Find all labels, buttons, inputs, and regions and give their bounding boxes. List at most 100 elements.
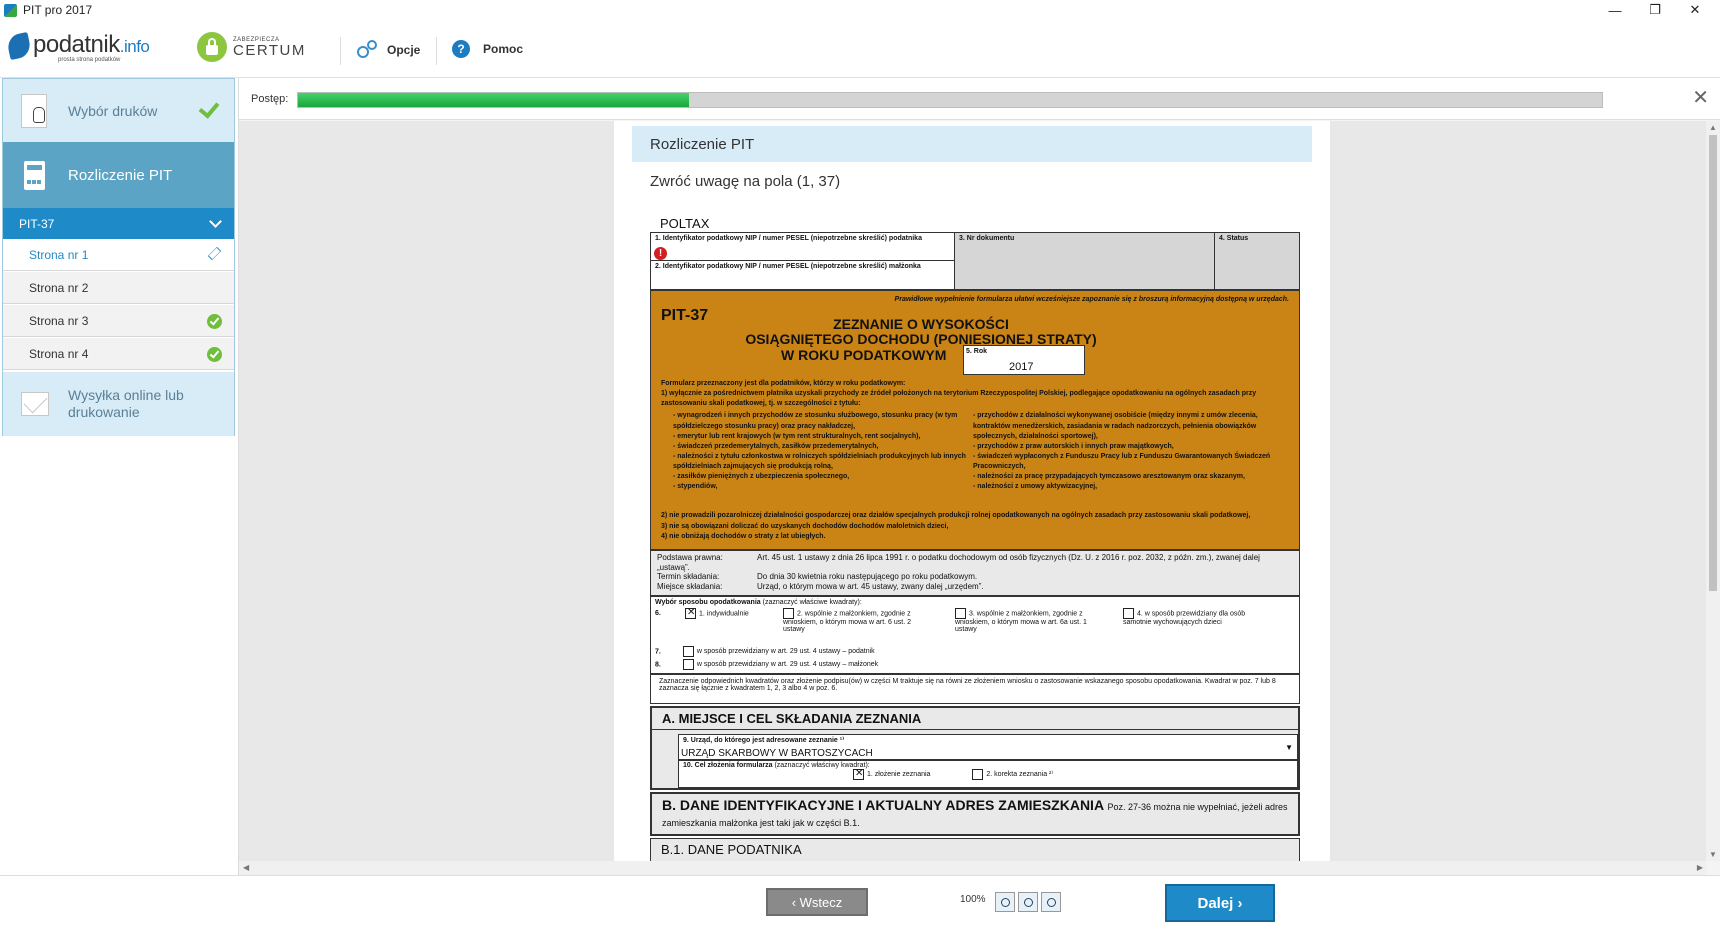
- close-icon[interactable]: ✕: [1692, 85, 1709, 110]
- logo-suffix: .info: [119, 37, 150, 56]
- check-circle-icon: [207, 347, 222, 362]
- purpose-left-list: - wynagrodzeń i innych przychodów ze sto…: [673, 411, 973, 492]
- progress-fill: [298, 93, 690, 107]
- field10-purpose: 10. Cel złożenia formularza (zaznaczyć w…: [678, 760, 1298, 788]
- purpose-item: - należności za pracę przypadających tym…: [973, 473, 1245, 481]
- help-icon: ?: [452, 40, 470, 58]
- field10-submit-checkbox[interactable]: 1. złożenie zeznania: [853, 768, 930, 780]
- scroll-up-icon[interactable]: ▲: [1709, 123, 1717, 132]
- page-label: Strona nr 4: [29, 346, 89, 361]
- scroll-left-icon[interactable]: ◀: [243, 863, 249, 872]
- group-label: PIT-37: [19, 216, 55, 231]
- section-b: B. DANE IDENTYFIKACYJNE I AKTUALNY ADRES…: [650, 792, 1300, 836]
- dropdown-arrow-icon: ▼: [1285, 743, 1293, 752]
- minimize-button[interactable]: —: [1595, 0, 1635, 20]
- checkmark-icon: [200, 97, 220, 117]
- sidebar-page-4[interactable]: Strona nr 4: [3, 338, 234, 370]
- title-bar: PIT pro 2017 — ❐ ✕: [0, 0, 1720, 20]
- page-label: Strona nr 1: [29, 247, 89, 262]
- sidebar-step-send-or-print[interactable]: Wysyłka online lub drukowanie: [3, 372, 234, 436]
- purpose-item: - przychodów z działalności wykonywanej …: [973, 412, 1258, 440]
- scroll-right-icon[interactable]: ▶: [1697, 863, 1703, 872]
- progress-label: Postęp:: [251, 93, 289, 105]
- options-label: Opcje: [387, 43, 421, 57]
- maximize-button[interactable]: ❐: [1635, 0, 1675, 20]
- page-label: Strona nr 2: [29, 280, 89, 295]
- field9-tax-office-select[interactable]: 9. Urząd, do którego jest adresowane zez…: [678, 734, 1298, 760]
- attention-note: Zwróć uwagę na pola (1, 37): [650, 173, 841, 190]
- form-page: Rozliczenie PIT Zwróć uwagę na pola (1, …: [614, 121, 1330, 861]
- identifier-grid: 1. Identyfikator podatkowy NIP / numer P…: [650, 232, 1300, 290]
- logo-text: podatnik: [33, 31, 120, 58]
- purpose-item: - stypendiów,: [673, 483, 718, 491]
- sidebar-page-1[interactable]: Strona nr 1: [3, 239, 234, 271]
- scroll-down-icon[interactable]: ▼: [1709, 850, 1717, 859]
- check-circle-icon: [207, 314, 222, 329]
- sidebar-page-2[interactable]: Strona nr 2: [3, 272, 234, 304]
- scrollbar-thumb[interactable]: [1709, 135, 1717, 591]
- step-label: Rozliczenie PIT: [68, 166, 173, 184]
- zoom-level: 100%: [960, 894, 986, 905]
- purpose-item: - świadczeń wypłaconych z Funduszu Pracy…: [973, 452, 1271, 471]
- hand-pointer-icon: [33, 107, 45, 123]
- section-b-title: B. DANE IDENTYFIKACYJNE I AKTUALNY ADRES…: [662, 797, 1104, 813]
- form-viewport[interactable]: Rozliczenie PIT Zwróć uwagę na pola (1, …: [239, 121, 1707, 861]
- field10-correction-checkbox[interactable]: 2. korekta zeznania ²⁾: [972, 769, 1053, 780]
- toolbar-divider: [436, 37, 437, 65]
- section-b1-title: B.1. DANE PODATNIKA: [650, 838, 1300, 861]
- pit37-group-toggle[interactable]: PIT-37: [3, 208, 234, 239]
- podatnik-logo[interactable]: podatnik.info prosta strona podatków: [5, 31, 150, 63]
- field1-label: 1. Identyfikator podatkowy NIP / numer P…: [655, 235, 922, 242]
- field3-document-number[interactable]: 3. Nr dokumentu: [955, 233, 1215, 289]
- next-button[interactable]: Dalej ›: [1165, 884, 1275, 922]
- error-icon[interactable]: !: [654, 247, 667, 260]
- legal-info: Podstawa prawna: Art. 45 ust. 1 ustawy z …: [650, 550, 1300, 596]
- purpose-item: - przychodów z praw autorskich i innych …: [973, 442, 1174, 450]
- purpose-item: - należności z tytułu członkostwa w roln…: [673, 452, 966, 471]
- sidebar-step-select-forms[interactable]: Wybór druków: [3, 79, 234, 142]
- sidebar: Wybór druków Rozliczenie PIT PIT-37 Stro…: [2, 78, 235, 436]
- field5-year[interactable]: 5. Rok 2017: [963, 345, 1085, 375]
- leaf-icon: [5, 31, 33, 61]
- choice7-checkbox[interactable]: w sposób przewidziany w art. 29 ust. 4 u…: [682, 646, 875, 657]
- progress-row: Postęp: ✕: [239, 78, 1720, 120]
- form-purpose: Formularz przeznaczony jest dla podatnik…: [661, 379, 1291, 542]
- vertical-scrollbar[interactable]: ▲ ▼: [1706, 121, 1720, 861]
- zoom-out-icon[interactable]: [1018, 892, 1038, 912]
- bottom-bar: ‹ Wstecz 100% Dalej ›: [0, 875, 1720, 932]
- sidebar-step-pit-settlement[interactable]: Rozliczenie PIT: [3, 142, 234, 220]
- chevron-down-icon: [209, 215, 222, 228]
- lock-icon: [197, 32, 227, 62]
- page-label: Strona nr 3: [29, 313, 89, 328]
- choice-individual-checkbox[interactable]: 1. indywidualnie: [685, 607, 749, 619]
- purpose-right-list: - przychodów z działalności wykonywanej …: [973, 411, 1273, 492]
- section-a-title: A. MIEJSCE I CEL SKŁADANIA ZEZNANIA: [652, 708, 1298, 730]
- options-button[interactable]: Opcje: [357, 40, 420, 60]
- field9-value: URZĄD SKARBOWY W BARTOSZYCACH: [681, 748, 873, 759]
- purpose-item: - zasiłków pieniężnych z ubezpieczenia s…: [673, 473, 850, 481]
- toolbar-divider: [340, 37, 341, 65]
- choice8-checkbox[interactable]: w sposób przewidziany w art. 29 ust. 4 u…: [682, 659, 878, 670]
- choice-note: Zaznaczenie odpowiednich kwadratów oraz …: [650, 674, 1300, 704]
- field4-status: 4. Status: [1215, 233, 1299, 289]
- close-window-button[interactable]: ✕: [1675, 0, 1715, 20]
- pencil-icon: [207, 246, 222, 261]
- form-notice: Prawidłowe wypełnienie formularza ułatwi…: [894, 296, 1289, 303]
- zoom-in-icon[interactable]: [1041, 892, 1061, 912]
- certum-badge: ZABEZPIECZA CERTUM: [197, 32, 306, 62]
- choice-single-parent-checkbox[interactable]: 4. w sposób przewidziany dla osób samotn…: [1123, 608, 1273, 626]
- zoom-fit-icon[interactable]: [995, 892, 1015, 912]
- logo-tagline: prosta strona podatków: [58, 57, 121, 63]
- form-code: PIT-37: [661, 307, 709, 324]
- choice-joint-6a-checkbox[interactable]: 3. wspólnie z małżonkiem, zgodnie z wnio…: [955, 608, 1105, 633]
- gears-icon: [357, 40, 379, 60]
- envelope-icon: [21, 392, 49, 416]
- taxation-method: Wybór sposobu opodatkowania (zaznaczyć w…: [650, 596, 1300, 674]
- horizontal-scrollbar[interactable]: ◀ ▶: [239, 861, 1707, 875]
- sidebar-page-3[interactable]: Strona nr 3: [3, 305, 234, 337]
- purpose-item: - świadczeń przedemerytalnych, zasiłków …: [673, 442, 879, 450]
- help-button[interactable]: ? Pomoc: [452, 40, 523, 58]
- back-button[interactable]: ‹ Wstecz: [766, 888, 868, 916]
- section-title: Rozliczenie PIT: [632, 126, 1312, 162]
- choice-joint-checkbox[interactable]: 2. wspólnie z małżonkiem, zgodnie z wnio…: [783, 608, 933, 633]
